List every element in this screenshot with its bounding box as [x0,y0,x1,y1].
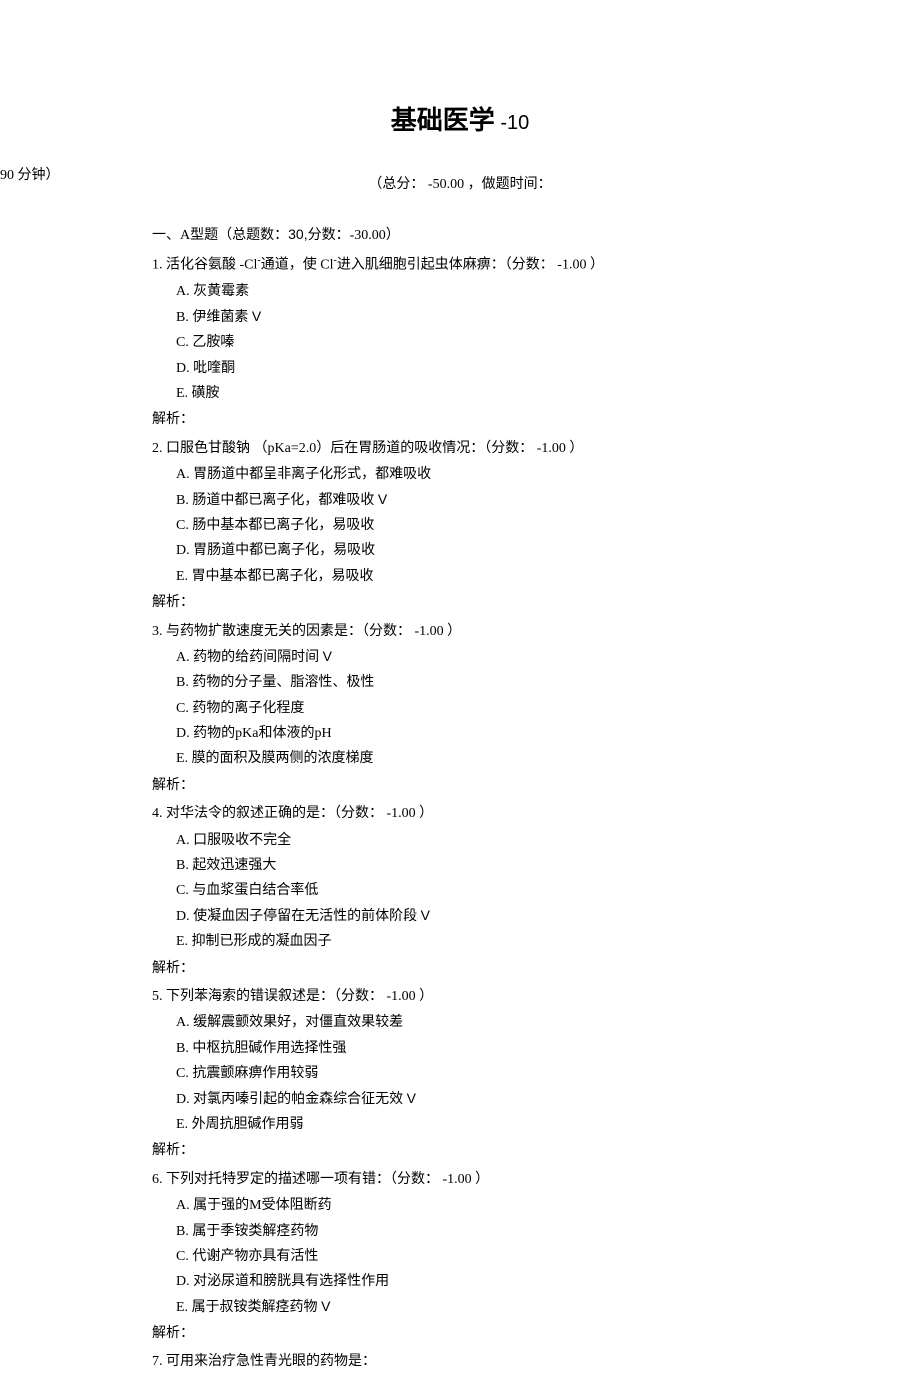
q-stem: 2. 口服色甘酸钠 （pKa=2.0）后在胃肠道的吸收情况：（分数： -1.00… [152,438,840,460]
analysis: 解析： [152,775,840,797]
option: C. 抗震颤麻痹作用较弱 [176,1061,840,1085]
analysis: 解析： [152,958,840,980]
option: C. 乙胺嗪 [176,330,840,354]
option: D. 吡喹酮 [176,356,840,380]
q-stem: 3. 与药物扩散速度无关的因素是：（分数： -1.00 ） [152,621,840,643]
option: A. 口服吸收不完全 [176,828,840,852]
option: A. 药物的给药间隔时间 V [176,645,840,669]
page-title: 基础医学 -10 [0,0,920,145]
time-stub: 90 分钟） [0,164,60,184]
option: D. 胃肠道中都已离子化，易吸收 [176,538,840,562]
option: B. 属于季铵类解痉药物 [176,1219,840,1243]
question-3: 3. 与药物扩散速度无关的因素是：（分数： -1.00 ） A. 药物的给药间隔… [152,621,840,771]
q-options: A. 口服吸收不完全 B. 起效迅速强大 C. 与血浆蛋白结合率低 D. 使凝血… [152,828,840,954]
option: D. 使凝血因子停留在无活性的前体阶段 V [176,904,840,928]
section-prefix: 一、A型题（总题数： [152,228,288,243]
option: E. 抑制已形成的凝血因子 [176,929,840,953]
q-options: A. 药物的给药间隔时间 V B. 药物的分子量、脂溶性、极性 C. 药物的离子… [152,645,840,771]
option: C. 肠中基本都已离子化，易吸收 [176,513,840,537]
question-7: 7. 可用来治疗急性青光眼的药物是： [152,1351,840,1373]
q-options: A. 属于强的M受体阻断药 B. 属于季铵类解痉药物 C. 代谢产物亦具有活性 … [152,1193,840,1319]
q-stem: 6. 下列对托特罗定的描述哪一项有错：（分数： -1.00 ） [152,1169,840,1191]
meta-line: （总分： -50.00 ，做题时间： [0,173,920,193]
q-stem: 5. 下列苯海索的错误叙述是：（分数： -1.00 ） [152,986,840,1008]
option: A. 灰黄霉素 [176,279,840,303]
meta-score: -50.00 [424,177,467,192]
meta-left: （总分： [368,177,424,192]
option: C. 代谢产物亦具有活性 [176,1244,840,1268]
option: B. 肠道中都已离子化，都难吸收 V [176,488,840,512]
q-options: A. 胃肠道中都呈非离子化形式，都难吸收 B. 肠道中都已离子化，都难吸收 V … [152,462,840,588]
option: C. 与血浆蛋白结合率低 [176,878,840,902]
option: B. 起效迅速强大 [176,853,840,877]
option: E. 磺胺 [176,381,840,405]
option: B. 伊维菌素 V [176,305,840,329]
title-text: 基础医学 [391,106,495,135]
option: A. 缓解震颤效果好，对僵直效果较差 [176,1010,840,1034]
option: D. 对氯丙嗪引起的帕金森综合征无效 V [176,1087,840,1111]
question-2: 2. 口服色甘酸钠 （pKa=2.0）后在胃肠道的吸收情况：（分数： -1.00… [152,438,840,588]
question-4: 4. 对华法令的叙述正确的是：（分数： -1.00 ） A. 口服吸收不完全 B… [152,803,840,953]
meta-mid: ，做题时间： [468,177,552,192]
content: 一、A型题（总题数：30,分数：-30.00） 1. 活化谷氨酸 -Cl-通道，… [152,223,840,1374]
question-5: 5. 下列苯海索的错误叙述是：（分数： -1.00 ） A. 缓解震颤效果好，对… [152,986,840,1136]
option: D. 药物的pKa和体液的pH [176,721,840,745]
title-suffix: -10 [495,112,529,134]
option: A. 属于强的M受体阻断药 [176,1193,840,1217]
analysis: 解析： [152,592,840,614]
question-6: 6. 下列对托特罗定的描述哪一项有错：（分数： -1.00 ） A. 属于强的M… [152,1169,840,1319]
q-options: A. 缓解震颤效果好，对僵直效果较差 B. 中枢抗胆碱作用选择性强 C. 抗震颤… [152,1010,840,1136]
question-1: 1. 活化谷氨酸 -Cl-通道，使 Cl-进入肌细胞引起虫体麻痹：（分数： -1… [152,253,840,405]
q1-options: A. 灰黄霉素 B. 伊维菌素 V C. 乙胺嗪 D. 吡喹酮 E. 磺胺 [152,279,840,405]
option: C. 药物的离子化程度 [176,696,840,720]
q-stem: 7. 可用来治疗急性青光眼的药物是： [152,1351,840,1373]
q-stem: 4. 对华法令的叙述正确的是：（分数： -1.00 ） [152,803,840,825]
option: D. 对泌尿道和膀胱具有选择性作用 [176,1269,840,1293]
option: E. 属于叔铵类解痉药物 V [176,1295,840,1319]
option: E. 膜的面积及膜两侧的浓度梯度 [176,746,840,770]
option: E. 胃中基本都已离子化，易吸收 [176,564,840,588]
section-score: 分数：-30.00） [308,228,400,243]
option: E. 外周抗胆碱作用弱 [176,1112,840,1136]
section-count: 30, [288,226,307,242]
section-header: 一、A型题（总题数：30,分数：-30.00） [152,223,840,247]
option: B. 中枢抗胆碱作用选择性强 [176,1036,840,1060]
q1-stem: 1. 活化谷氨酸 -Cl-通道，使 Cl-进入肌细胞引起虫体麻痹：（分数： -1… [152,253,840,277]
option: A. 胃肠道中都呈非离子化形式，都难吸收 [176,462,840,486]
analysis: 解析： [152,1323,840,1345]
option: B. 药物的分子量、脂溶性、极性 [176,670,840,694]
analysis: 解析： [152,409,840,431]
analysis: 解析： [152,1140,840,1162]
